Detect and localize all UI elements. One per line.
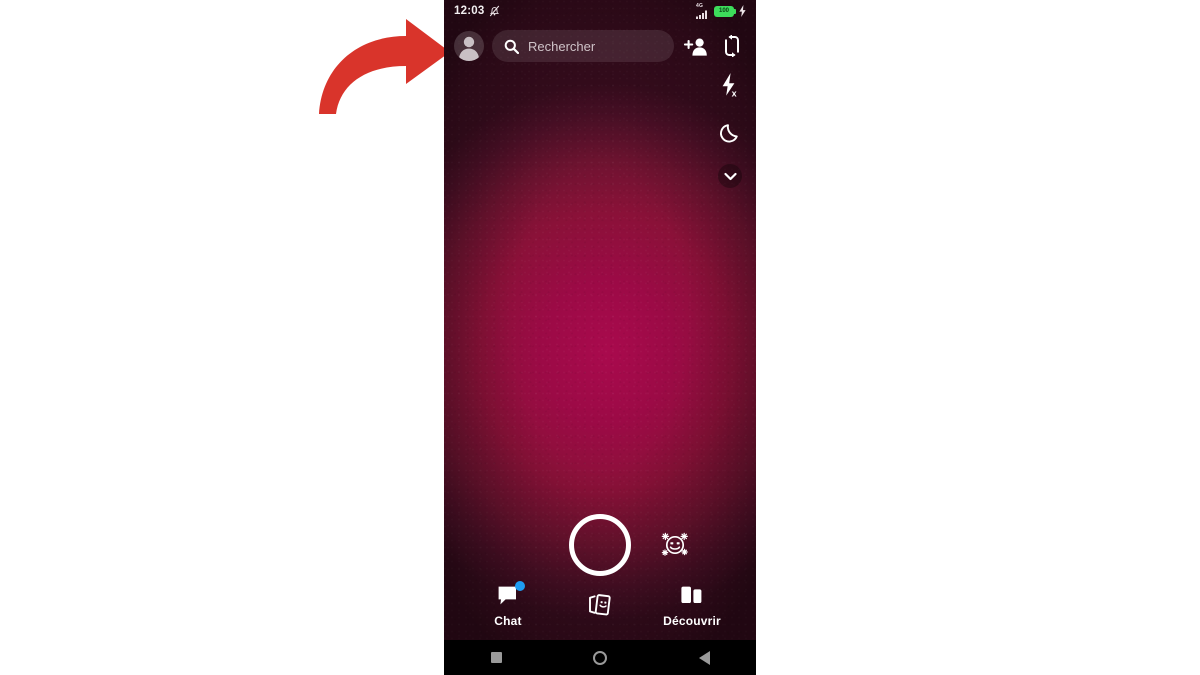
nav-item-discover[interactable]: Découvrir — [650, 583, 734, 628]
status-bar-left: 12:03 — [454, 5, 500, 17]
search-bar[interactable]: Rechercher — [492, 30, 674, 62]
search-icon — [504, 39, 519, 54]
lens-carousel-icon[interactable] — [658, 528, 692, 562]
status-bar-right: 4G 100 — [696, 2, 746, 19]
bottom-navigation: Chat Découvrir — [444, 570, 756, 640]
chevron-down-icon[interactable] — [718, 164, 742, 188]
network-label: 4G — [696, 2, 704, 9]
battery-level-text: 100 — [718, 8, 729, 14]
camera-tools-rail: x — [710, 68, 750, 188]
battery-full-icon: 100 — [714, 5, 736, 17]
curved-arrow-right-icon — [319, 19, 450, 114]
night-mode-icon[interactable] — [713, 116, 747, 150]
phone-screen: 12:03 4G 100 Rechercher x Chat Découvrir — [444, 0, 756, 675]
stories-cards-icon — [586, 592, 614, 618]
discover-icon — [679, 583, 705, 609]
flip-camera-icon[interactable] — [718, 35, 746, 57]
back-triangle-icon[interactable] — [684, 640, 724, 675]
android-navigation-bar — [444, 640, 756, 675]
home-circle-icon[interactable] — [580, 640, 620, 675]
charging-bolt-icon — [739, 5, 746, 17]
screenshot-canvas: 12:03 4G 100 Rechercher x Chat Découvrir — [0, 0, 1200, 675]
signal-bars-icon: 4G — [696, 2, 709, 19]
svg-text:x: x — [732, 89, 737, 98]
chat-bubble-icon — [496, 580, 525, 609]
flash-off-icon[interactable]: x — [713, 68, 747, 102]
recents-square-icon[interactable] — [476, 640, 516, 675]
search-input[interactable]: Rechercher — [528, 39, 595, 54]
chat-unread-badge — [515, 580, 525, 591]
status-time: 12:03 — [454, 5, 485, 17]
shutter-button[interactable] — [569, 514, 631, 576]
bell-off-icon — [490, 5, 500, 17]
nav-label-chat: Chat — [494, 613, 522, 628]
status-bar: 12:03 4G 100 — [444, 0, 756, 22]
add-friend-icon[interactable] — [682, 37, 710, 56]
nav-label-discover: Découvrir — [663, 613, 721, 628]
nav-item-chat[interactable]: Chat — [466, 580, 550, 628]
profile-avatar-icon[interactable] — [454, 31, 484, 61]
top-bar: Rechercher — [444, 26, 756, 66]
nav-item-stories[interactable] — [558, 592, 642, 618]
